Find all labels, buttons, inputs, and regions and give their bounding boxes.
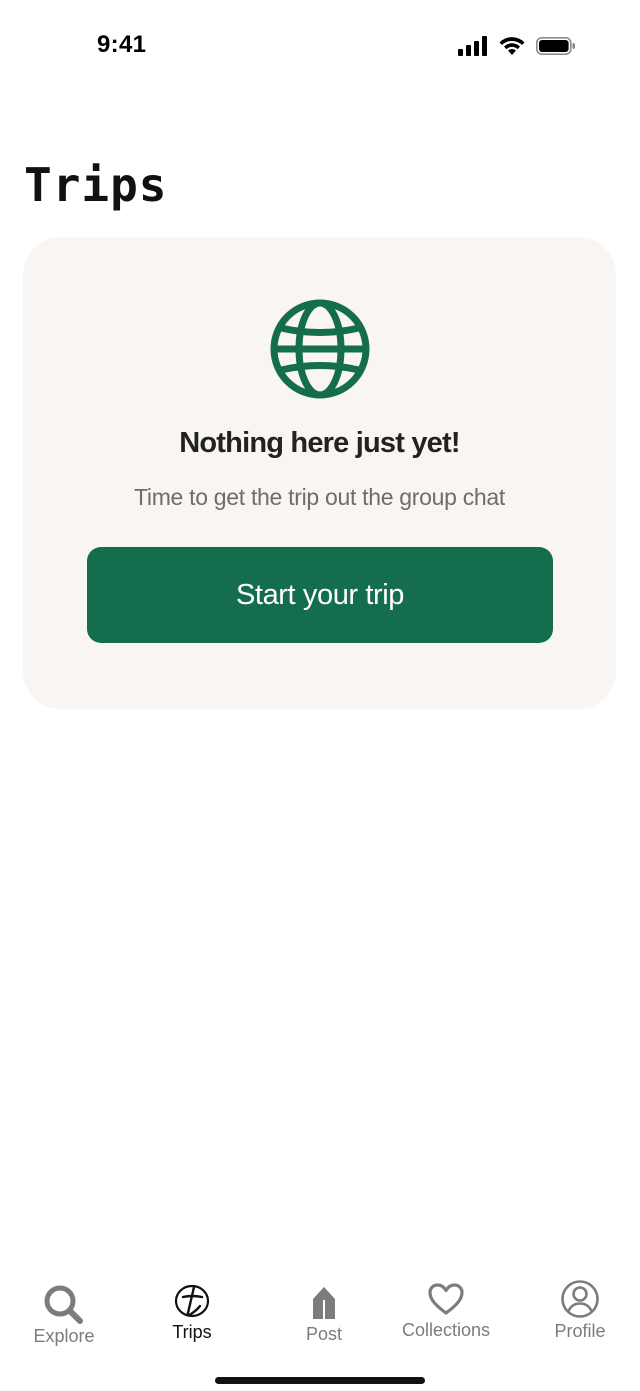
empty-state-heading: Nothing here just yet! xyxy=(179,427,460,459)
empty-state-subtitle: Time to get the trip out the group chat xyxy=(133,484,505,510)
tab-profile[interactable]: Profile xyxy=(516,1270,640,1350)
tab-trips[interactable]: Trips xyxy=(128,1270,256,1350)
tab-label-explore: Explore xyxy=(33,1326,95,1346)
tab-bar: Explore Trips Post Collections Profile xyxy=(0,1270,640,1360)
tab-explore[interactable]: Explore xyxy=(0,1270,128,1350)
battery-icon xyxy=(536,36,575,55)
page-title: Trips xyxy=(24,158,168,212)
tab-collections[interactable]: Collections xyxy=(382,1270,510,1350)
empty-state-card: Nothing here just yet! Time to get the t… xyxy=(23,237,616,709)
tab-post[interactable]: Post xyxy=(260,1270,388,1350)
profile-icon xyxy=(561,1280,599,1318)
globe-icon xyxy=(270,299,370,399)
tab-label-profile: Profile xyxy=(554,1321,606,1341)
home-indicator[interactable] xyxy=(215,1377,425,1384)
tab-label-post: Post xyxy=(305,1324,343,1344)
status-icons xyxy=(458,36,576,56)
tab-label-trips: Trips xyxy=(172,1322,212,1342)
heart-icon xyxy=(428,1283,464,1315)
wifi-icon xyxy=(499,37,525,55)
cellular-signal-icon xyxy=(458,36,487,56)
status-bar: 9:41 xyxy=(0,0,640,90)
search-icon xyxy=(44,1285,83,1324)
pencil-icon xyxy=(313,1287,335,1319)
status-time: 9:41 xyxy=(97,31,147,58)
tab-label-collections: Collections xyxy=(401,1320,491,1340)
trips-logo-icon xyxy=(174,1284,210,1318)
start-trip-button[interactable]: Start your trip xyxy=(87,547,553,643)
